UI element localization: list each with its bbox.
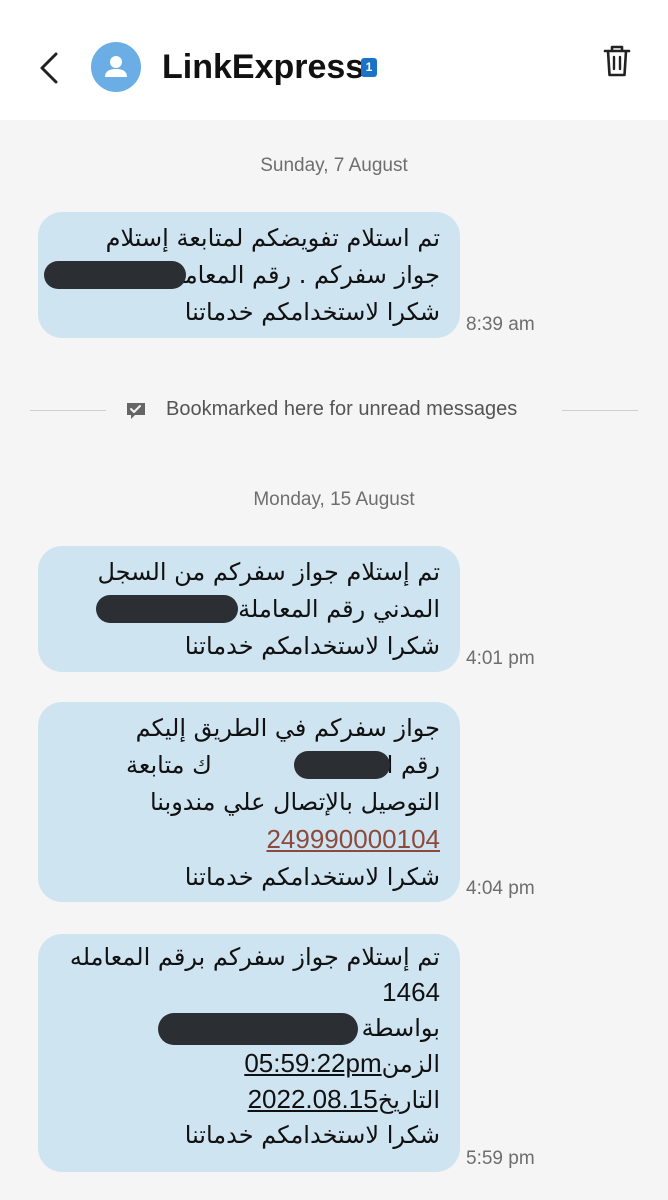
message-line: شكرا لاستخدامكم خدماتنا (184, 632, 440, 660)
bookmark-label: Bookmarked here for unread messages (166, 398, 518, 420)
message-text: المدني رقم المعاملة (238, 595, 440, 623)
time-value[interactable]: 05:59:22pm (244, 1048, 381, 1078)
message-line: جواز سفركم . رقم المعاملة (44, 257, 440, 294)
message-line: تم إستلام جواز سفركم برقم المعامله (69, 943, 440, 971)
message-line: المدني رقم المعاملة (58, 591, 440, 628)
date-value[interactable]: 2022.08.15 (248, 1084, 378, 1114)
message-text: الزمن (381, 1050, 440, 1078)
redaction-mark (294, 751, 390, 779)
divider (562, 410, 638, 411)
message-line: بواسطة (58, 1011, 440, 1046)
message-line: الزمن05:59:22pm (58, 1046, 440, 1082)
message-text: التاريخ (377, 1086, 440, 1114)
message-text: جواز سفركم . رقم المعاملة (164, 261, 440, 289)
message-time: 4:01 pm (466, 648, 535, 669)
message-line: شكرا لاستخدامكم خدماتنا (184, 1121, 440, 1149)
message-line: التاريخ2022.08.15 (58, 1082, 440, 1118)
date-separator: Sunday, 7 August (260, 155, 408, 176)
message-line: التوصيل بالإتصال علي مندوبنا (149, 788, 440, 816)
delete-button[interactable] (600, 42, 634, 82)
message-line: 249990000104 (58, 821, 440, 859)
message-time: 8:39 am (466, 314, 535, 335)
message-bubble[interactable]: تم إستلام جواز سفركم من السجل المدني رقم… (38, 546, 460, 672)
back-arrow-icon (40, 52, 58, 84)
contact-name: LinkExpress (162, 48, 365, 86)
bookmark-message-icon (125, 400, 147, 422)
phone-number-link[interactable]: 249990000104 (266, 824, 440, 854)
message-bubble[interactable]: جواز سفركم في الطريق إليكم رقم المعاملة … (38, 702, 460, 902)
transaction-number: 1464 (382, 977, 440, 1007)
conversation-header: LinkExpress 1 (0, 0, 668, 120)
unread-bookmark: Bookmarked here for unread messages (30, 396, 638, 426)
message-line: جواز سفركم في الطريق إليكم (135, 714, 440, 742)
message-bubble[interactable]: تم استلام تفويضكم لمتابعة إستلام جواز سف… (38, 212, 460, 338)
message-bubble[interactable]: تم إستلام جواز سفركم برقم المعامله 1464 … (38, 934, 460, 1172)
divider (30, 410, 106, 411)
redaction-mark (44, 261, 186, 289)
message-line: تم إستلام جواز سفركم من السجل (97, 558, 440, 586)
message-text: ك متابعة (126, 751, 212, 779)
sim-badge: 1 (361, 58, 377, 77)
message-line: شكرا لاستخدامكم خدماتنا (184, 298, 440, 326)
trash-icon (603, 45, 631, 77)
redaction-mark (158, 1013, 358, 1045)
message-line: شكرا لاستخدامكم خدماتنا (184, 863, 440, 891)
person-icon (105, 56, 127, 77)
message-text: بواسطة (361, 1014, 440, 1042)
redaction-mark (96, 595, 238, 623)
message-time: 5:59 pm (466, 1148, 535, 1169)
date-separator: Monday, 15 August (253, 489, 415, 510)
message-time: 4:04 pm (466, 878, 535, 899)
message-line: تم استلام تفويضكم لمتابعة إستلام (105, 224, 440, 252)
avatar[interactable] (91, 42, 141, 92)
message-line: رقم المعاملة ك متابعة (58, 747, 440, 784)
message-line: 1464 (58, 975, 440, 1011)
back-button[interactable] (30, 44, 70, 92)
